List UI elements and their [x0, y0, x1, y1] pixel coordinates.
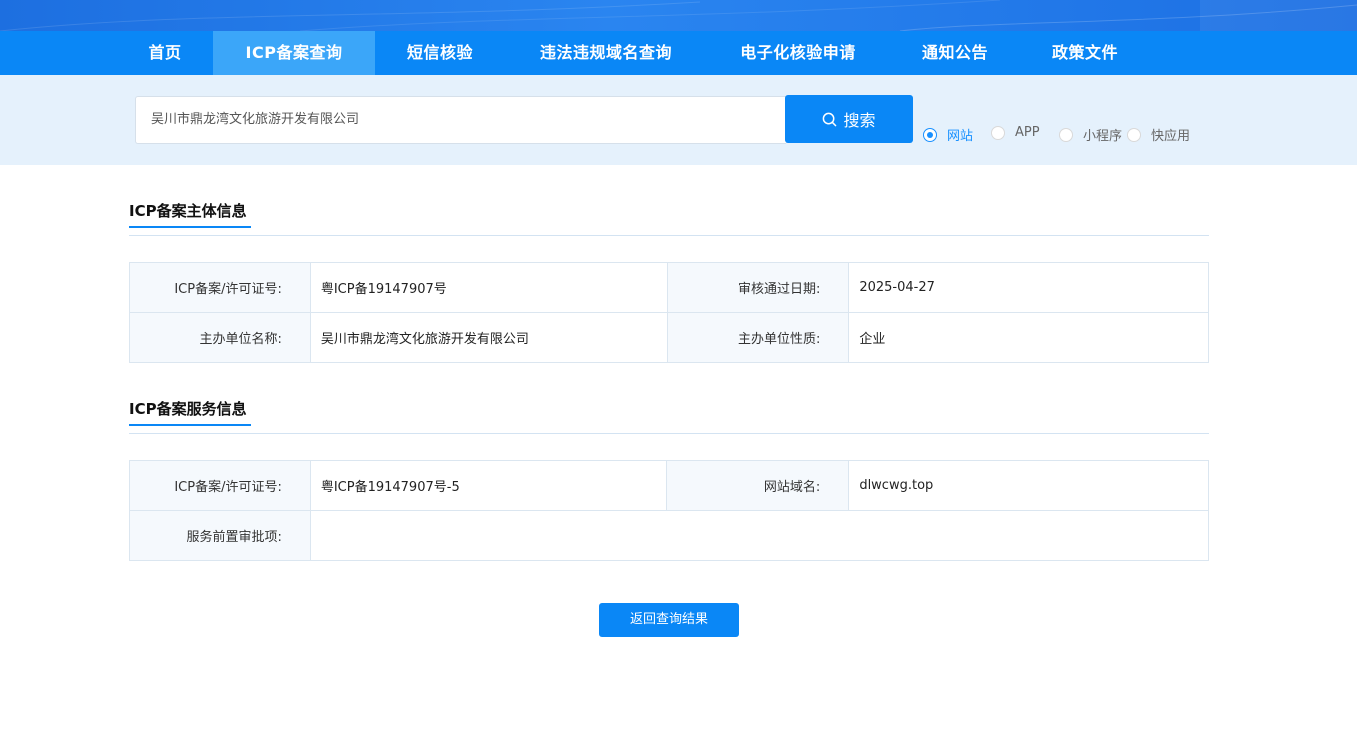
radio-label: APP	[1015, 125, 1040, 140]
table-row: 主办单位名称: 吴川市鼎龙湾文化旅游开发有限公司 主办单位性质: 企业	[129, 312, 1209, 363]
service-license-label: ICP备案/许可证号:	[129, 460, 311, 511]
nav-item-policies[interactable]: 政策文件	[1030, 31, 1140, 75]
divider	[129, 433, 1209, 434]
radio-label: 小程序	[1083, 129, 1123, 144]
nav-item-sms-verify[interactable]: 短信核验	[385, 31, 495, 75]
section-underline	[129, 424, 251, 426]
table-row: ICP备案/许可证号: 粤ICP备19147907号 审核通过日期: 2025-…	[129, 262, 1209, 313]
domain-label: 网站域名:	[666, 460, 850, 511]
organizer-type-label: 主办单位性质:	[666, 312, 850, 363]
organizer-name-label: 主办单位名称:	[129, 312, 311, 363]
divider	[129, 235, 1209, 236]
subject-info-table: ICP备案/许可证号: 粤ICP备19147907号 审核通过日期: 2025-…	[129, 262, 1209, 363]
radio-label: 网站	[947, 129, 974, 144]
nav-item-notices[interactable]: 通知公告	[900, 31, 1010, 75]
search-button-label: 搜索	[843, 111, 876, 130]
search-input[interactable]: 吴川市鼎龙湾文化旅游开发有限公司	[135, 96, 786, 144]
nav-item-icp-query[interactable]: ICP备案查询	[213, 31, 375, 75]
back-to-results-button[interactable]: 返回查询结果	[599, 603, 739, 637]
search-icon	[823, 112, 837, 126]
radio-circle-icon	[923, 127, 937, 142]
nav-item-e-verify[interactable]: 电子化核验申请	[718, 31, 878, 75]
pre-approval-label: 服务前置审批项:	[129, 510, 311, 561]
search-button[interactable]: 搜索	[785, 95, 913, 143]
service-info-table: ICP备案/许可证号: 粤ICP备19147907号-5 网站域名: dlwcw…	[129, 460, 1210, 561]
radio-quick-app[interactable]: 快应用	[1127, 125, 1190, 144]
organizer-name-value: 吴川市鼎龙湾文化旅游开发有限公司	[309, 312, 668, 363]
top-banner	[0, 0, 1357, 31]
approval-date-value: 2025-04-27	[848, 262, 1209, 313]
banner-decoration	[0, 0, 1357, 31]
main-nav: 首页 ICP备案查询 短信核验 违法违规域名查询 电子化核验申请 通知公告 政策…	[0, 31, 1357, 75]
service-license-value: 粤ICP备19147907号-5	[309, 460, 668, 511]
radio-label: 快应用	[1151, 129, 1191, 144]
license-value: 粤ICP备19147907号	[309, 262, 668, 313]
radio-circle-icon	[1127, 127, 1141, 142]
nav-item-illegal-domain[interactable]: 违法违规域名查询	[515, 31, 697, 75]
service-section-title: ICP备案服务信息	[129, 400, 247, 418]
license-label: ICP备案/许可证号:	[129, 262, 311, 313]
nav-item-home[interactable]: 首页	[118, 31, 212, 75]
subject-section-title: ICP备案主体信息	[129, 202, 247, 220]
pre-approval-value	[309, 510, 1210, 561]
domain-value: dlwcwg.top	[848, 460, 1209, 511]
table-row: ICP备案/许可证号: 粤ICP备19147907号-5 网站域名: dlwcw…	[129, 460, 1209, 511]
section-underline	[129, 226, 251, 228]
radio-mini-program[interactable]: 小程序	[1059, 125, 1122, 144]
radio-website[interactable]: 网站	[923, 125, 973, 144]
approval-date-label: 审核通过日期:	[666, 262, 850, 313]
search-band: 吴川市鼎龙湾文化旅游开发有限公司 搜索 网站 APP 小程序 快应用	[0, 75, 1357, 165]
organizer-type-value: 企业	[848, 312, 1209, 363]
radio-circle-icon	[1059, 127, 1073, 142]
radio-app[interactable]: APP	[991, 125, 1040, 140]
radio-circle-icon	[991, 125, 1005, 140]
table-row: 服务前置审批项:	[129, 510, 1210, 561]
